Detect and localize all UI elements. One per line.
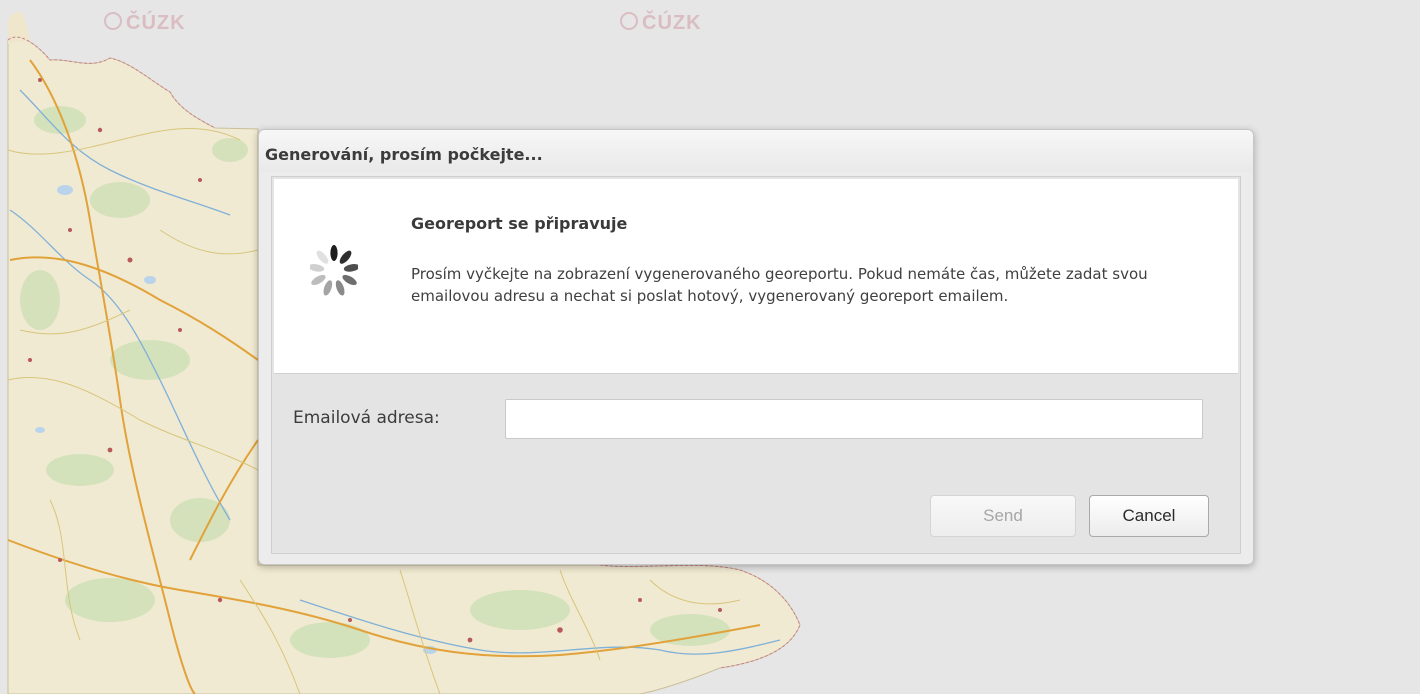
- dialog-body: Georeport se připravuje Prosím vyčkejte …: [271, 176, 1241, 554]
- dialog-title: Generování, prosím počkejte...: [265, 145, 543, 164]
- cuzk-watermark: ČÚZK: [620, 12, 702, 35]
- email-label: Emailová adresa:: [293, 408, 440, 428]
- cuzk-seal-icon: [620, 12, 638, 30]
- loading-spinner-icon: [310, 245, 358, 296]
- send-button[interactable]: Send: [930, 495, 1076, 537]
- message-panel: Georeport se připravuje Prosím vyčkejte …: [274, 179, 1238, 374]
- message-heading: Georeport se připravuje: [411, 214, 628, 233]
- message-text: Prosím vyčkejte na zobrazení vygenerovan…: [411, 265, 1148, 305]
- email-input[interactable]: [505, 399, 1203, 439]
- dialog-header[interactable]: Generování, prosím počkejte...: [259, 130, 1253, 172]
- cancel-button[interactable]: Cancel: [1089, 495, 1209, 537]
- cuzk-watermark: ČÚZK: [104, 12, 186, 35]
- page: ČÚZK ČÚZK Generování, prosím počkejte...: [0, 0, 1420, 694]
- georeport-dialog: Generování, prosím počkejte... Georeport…: [258, 129, 1254, 565]
- cuzk-seal-icon: [104, 12, 122, 30]
